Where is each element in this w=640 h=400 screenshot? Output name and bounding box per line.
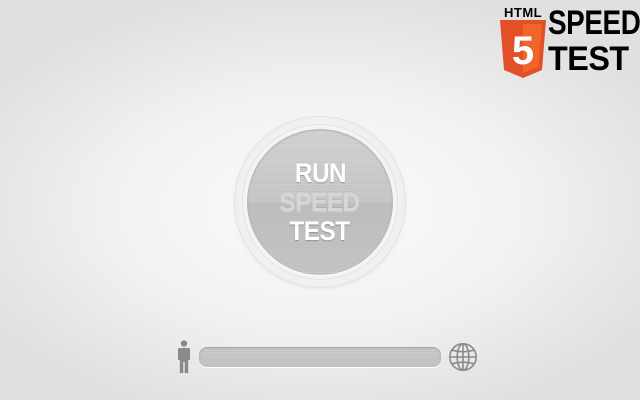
run-label-line3: TEST xyxy=(289,215,351,246)
globe-icon xyxy=(449,343,477,371)
run-speed-test-button[interactable]: RUN SPEED TEST xyxy=(247,129,393,275)
run-label-line1: RUN xyxy=(294,157,346,188)
html5-shield-icon: 5 xyxy=(500,20,546,78)
logo-word-test: TEST xyxy=(548,40,629,78)
logo-html-label: HTML xyxy=(504,5,543,20)
progress-bar xyxy=(199,347,441,367)
shield-number: 5 xyxy=(512,29,534,73)
logo-word-speed: SPEED xyxy=(548,4,640,42)
html5-speed-test-logo: HTML 5 SPEED TEST xyxy=(498,5,640,78)
run-button-bezel: RUN SPEED TEST xyxy=(234,116,406,288)
person-icon xyxy=(178,340,190,373)
run-label-line2: SPEED xyxy=(279,186,361,217)
